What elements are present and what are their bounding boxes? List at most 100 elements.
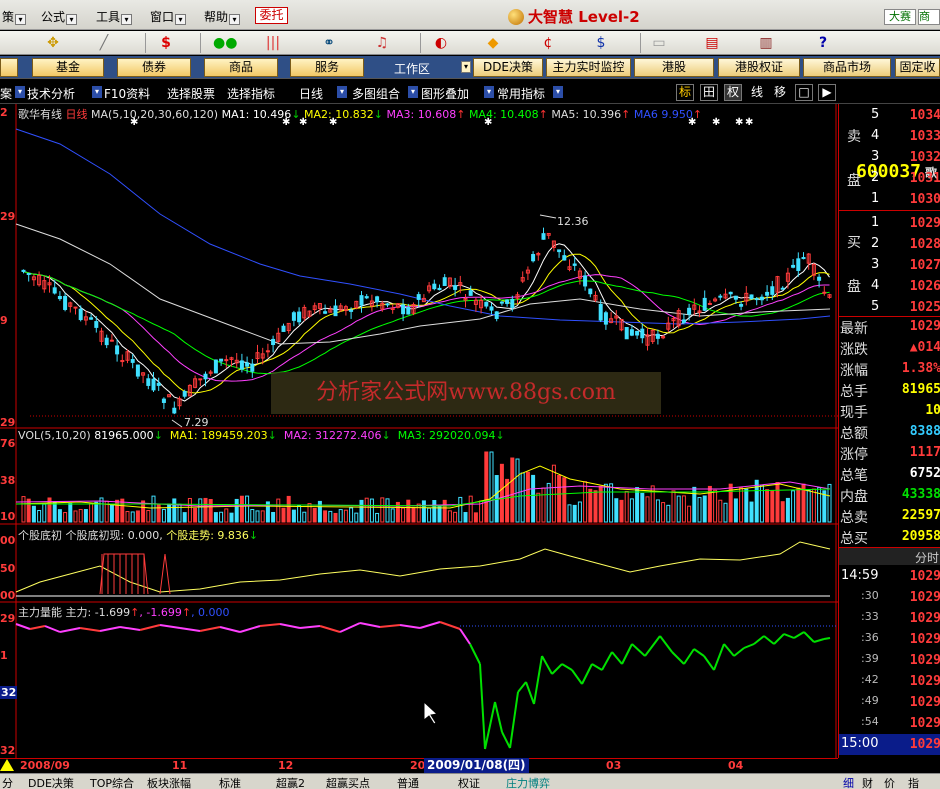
tab-top[interactable]: TOP综合 (90, 775, 134, 789)
sell-level-row[interactable]: 5 1034 (839, 106, 940, 127)
menu-help[interactable]: 帮助 ▾ (204, 8, 241, 25)
info-icon[interactable]: ◐ (432, 34, 450, 52)
tick-row[interactable]: :36 1029 (839, 629, 940, 650)
volume-bar (193, 507, 198, 523)
tick-row[interactable]: 14:59 1029 (839, 566, 940, 587)
chevron-down-icon[interactable]: ▾ (15, 86, 25, 98)
tick-row[interactable]: :30 1029 (839, 587, 940, 608)
help-icon[interactable]: ? (814, 34, 832, 52)
func-button-monitor[interactable]: 主力实时监控 (546, 58, 631, 77)
func-button-hk[interactable]: 港股 (634, 58, 714, 77)
currency-icon[interactable]: ¢ (539, 34, 557, 52)
tick-row[interactable]: :49 1029 (839, 692, 940, 713)
tab-warrant[interactable]: 权证 (458, 775, 480, 789)
tab-dde[interactable]: DDE决策 (28, 775, 74, 789)
traffic-icon[interactable]: ●● (213, 34, 237, 52)
menu-tools[interactable]: 工具 ▾ (96, 8, 133, 25)
menu-strategy[interactable]: 策 ▾ (2, 8, 27, 25)
func-button-prev[interactable] (0, 58, 18, 77)
binoculars-icon[interactable]: ⚭ (320, 34, 338, 52)
pointer-icon[interactable]: ✥ (44, 34, 62, 52)
tool-technical-analysis[interactable]: 技术分析 (27, 85, 75, 102)
tool-select-stock[interactable]: 选择股票 (167, 85, 215, 102)
contest-button[interactable]: 大赛 (884, 9, 916, 25)
ruler-icon[interactable]: ╱ (95, 34, 113, 52)
tab-standard[interactable]: 标准 (219, 775, 241, 789)
play-button[interactable]: ▶ (818, 84, 836, 101)
volume-bar (442, 499, 447, 523)
chevron-down-icon[interactable]: ▾ (484, 86, 494, 98)
func-button-commodity-market[interactable]: 商品市场 (803, 58, 891, 77)
workarea-dropdown-icon[interactable]: ▾ (461, 61, 471, 73)
tool-case[interactable]: 案 (0, 85, 12, 102)
tick-row[interactable]: 15:00 1029 (839, 734, 940, 755)
books-icon[interactable]: ▥ (757, 34, 775, 52)
indicator2-segment (44, 625, 61, 633)
box-button[interactable]: □ (795, 84, 813, 101)
grid-button[interactable]: 田 (700, 84, 718, 101)
s-logo-icon[interactable]: $ (157, 34, 175, 52)
sell-level-row[interactable]: 3 1032 (839, 148, 940, 169)
move-button[interactable]: 移 (771, 84, 789, 101)
menu-window[interactable]: 窗口 ▾ (150, 8, 187, 25)
tool-overlay[interactable]: 图形叠加 (421, 85, 469, 102)
sell-level-row[interactable]: 4 1033 (839, 127, 940, 148)
rights-button[interactable]: 权 (724, 84, 742, 101)
tab-super-buy[interactable]: 超赢买点 (326, 775, 370, 789)
tool-multi-chart[interactable]: 多图组合 (352, 85, 400, 102)
chart-area[interactable]: ✱ ✱ ✱ ✱ ✱ ✱ ✱ ✱ ✱ 歌华有线 日线 MA(5,10,20,30,60,120) … (0, 104, 838, 758)
tick-row[interactable]: :39 1029 (839, 650, 940, 671)
tab-super2[interactable]: 超赢2 (276, 775, 305, 789)
folder-icon[interactable]: ▭ (650, 34, 668, 52)
tab-fen[interactable]: 分 (2, 775, 13, 789)
app-logo: 大智慧 Level-2 (508, 6, 686, 26)
menu-formula[interactable]: 公式 ▾ (41, 8, 78, 25)
tab-index[interactable]: 指 (908, 775, 919, 789)
chevron-down-icon[interactable]: ▾ (337, 86, 347, 98)
y-tick-main: 29 (0, 416, 16, 429)
buy-level-row[interactable]: 3 1027 (839, 256, 940, 277)
tool-select-indicator[interactable]: 选择指标 (227, 85, 275, 102)
tab-detail[interactable]: 细 (843, 775, 854, 789)
tab-game[interactable]: 庄力博弈 (506, 775, 550, 789)
mall-button[interactable]: 商 (918, 9, 940, 25)
func-button-bond[interactable]: 债券 (117, 58, 191, 77)
bars-icon[interactable]: ||| (264, 34, 282, 52)
func-button-commodity[interactable]: 商品 (204, 58, 278, 77)
tick-row[interactable]: :54 1029 (839, 713, 940, 734)
func-button-hk-warrant[interactable]: 港股权证 (718, 58, 800, 77)
buy-level-row[interactable]: 1 1029 (839, 214, 940, 235)
scroll-marker-icon[interactable] (0, 759, 14, 771)
tool-common-indicator[interactable]: 常用指标 (497, 85, 545, 102)
tab-normal[interactable]: 普通 (397, 775, 419, 789)
chevron-down-icon[interactable]: ▾ (408, 86, 418, 98)
tab-sector[interactable]: 板块涨幅 (147, 775, 191, 789)
trade-button[interactable]: 委托 (255, 7, 288, 24)
func-button-fixed-income[interactable]: 固定收 (895, 58, 940, 77)
sell-level-row[interactable]: 1 1030 (839, 190, 940, 211)
tab-price[interactable]: 价 (884, 775, 895, 789)
chevron-down-icon[interactable]: ▾ (553, 86, 563, 98)
func-button-service[interactable]: 服务 (290, 58, 364, 77)
tab-finance[interactable]: 财 (862, 775, 873, 789)
y-tick-main: 2 (0, 106, 8, 119)
tool-f10[interactable]: F10资料 (104, 85, 150, 102)
sell-level-row[interactable]: 2 1031 (839, 169, 940, 190)
line-button[interactable]: 线 (748, 84, 766, 101)
tick-row[interactable]: :33 1029 (839, 608, 940, 629)
dollar-icon[interactable]: $ (592, 34, 610, 52)
x-tick: 12 (278, 759, 294, 772)
diamond-icon[interactable]: ◆ (484, 34, 502, 52)
buy-level-row[interactable]: 4 1026 (839, 277, 940, 298)
buy-level-row[interactable]: 5 1025 (839, 298, 940, 319)
candle-body (57, 296, 62, 300)
mark-button[interactable]: 标 (676, 84, 694, 101)
func-button-dde[interactable]: DDE决策 (473, 58, 543, 77)
tool-daily[interactable]: 日线 (299, 85, 323, 102)
window-icon[interactable]: ▤ (703, 34, 721, 52)
func-button-fund[interactable]: 基金 (32, 58, 104, 77)
bell-icon[interactable]: ♫ (373, 34, 391, 52)
chevron-down-icon[interactable]: ▾ (92, 86, 102, 98)
tick-row[interactable]: :42 1029 (839, 671, 940, 692)
buy-level-row[interactable]: 2 1028 (839, 235, 940, 256)
